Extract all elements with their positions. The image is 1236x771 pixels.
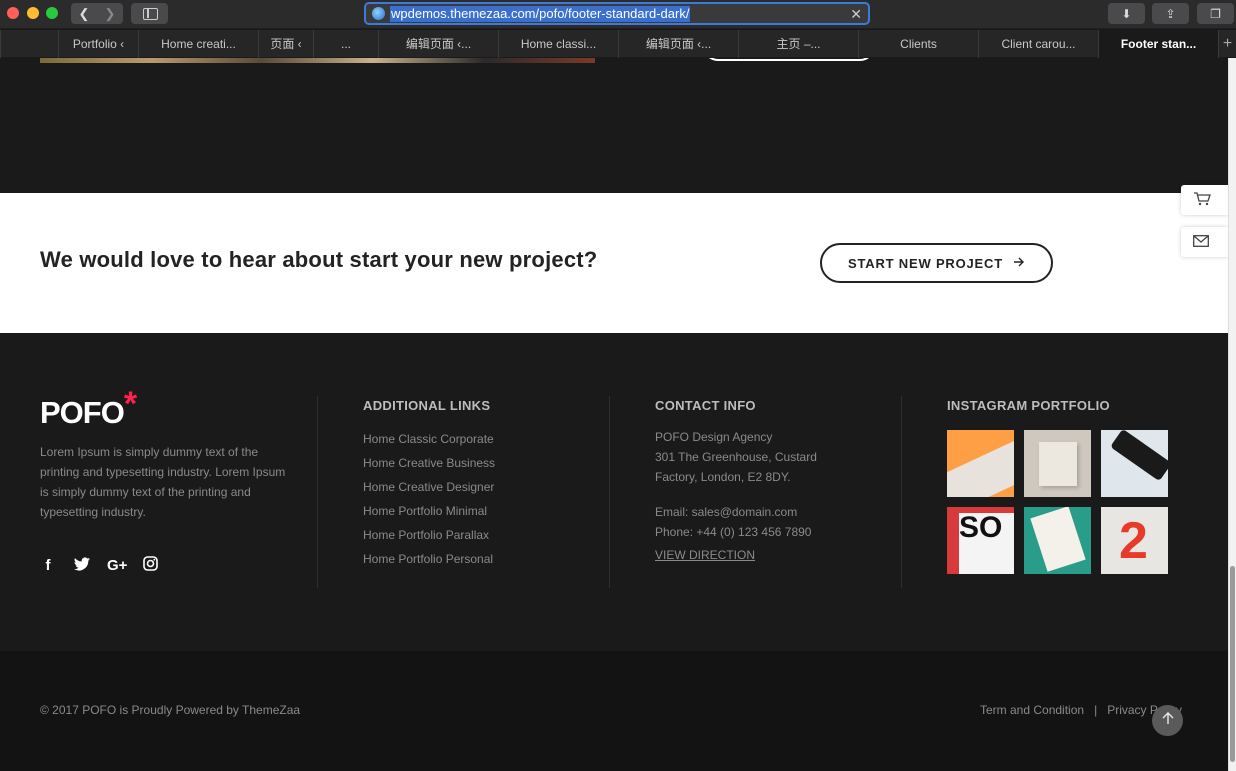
column-divider [901, 396, 902, 588]
tab-overview-button[interactable]: ❐ [1197, 3, 1234, 24]
cart-icon [1193, 191, 1211, 209]
footer-about-text: Lorem Ipsum is simply dummy text of the … [40, 445, 286, 519]
column-divider [609, 396, 610, 588]
tab-pinned[interactable] [0, 30, 58, 58]
copyright-text: © 2017 POFO is Proudly Powered by ThemeZ… [40, 703, 301, 717]
browser-titlebar: ❮ ❯ wpdemos.themezaa.com/pofo/footer-sta… [0, 0, 1236, 29]
tab-page[interactable]: 页面 ‹ [258, 30, 313, 58]
instagram-portfolio-title: INSTAGRAM PORTFOLIO [947, 398, 1110, 413]
instagram-image[interactable] [1024, 507, 1091, 574]
contact-info: POFO Design Agency 301 The Greenhouse, C… [655, 427, 817, 565]
floating-side-tools [1181, 185, 1228, 269]
zoom-window-button[interactable] [46, 7, 58, 19]
scroll-to-top-button[interactable] [1152, 705, 1183, 736]
contact-email[interactable]: Email: sales@domain.com [655, 502, 817, 522]
tab-edit-page-2[interactable]: 编辑页面 ‹... [618, 30, 738, 58]
footer-link[interactable]: Home Portfolio Personal [363, 549, 495, 573]
chevron-right-icon: ❯ [104, 5, 116, 21]
legal-separator: | [1094, 703, 1098, 717]
contact-address-line-2: Factory, London, E2 8DY. [655, 470, 791, 484]
legal-links: Term and Condition | Privacy Policy [980, 703, 1182, 717]
tabs-icon: ❐ [1210, 6, 1221, 21]
additional-links-title: ADDITIONAL LINKS [363, 398, 491, 413]
globe-icon [372, 7, 385, 20]
instagram-image[interactable] [947, 430, 1014, 497]
additional-links-list: Home Classic Corporate Home Creative Bus… [363, 429, 495, 573]
address-bar[interactable]: wpdemos.themezaa.com/pofo/footer-standar… [364, 2, 870, 25]
arrow-up-icon [1162, 711, 1174, 730]
gallery-image-strip [40, 58, 595, 63]
share-button[interactable]: ⇪ [1152, 3, 1189, 24]
arrow-right-icon [1013, 256, 1025, 271]
tab-homepage[interactable]: 主页 –... [738, 30, 858, 58]
logo-text: POFO [40, 395, 125, 430]
tab-clients[interactable]: Clients [858, 30, 978, 58]
sidebar-toggle-button[interactable] [131, 3, 168, 24]
new-tab-button[interactable]: + [1218, 30, 1236, 58]
tab-bar: Portfolio ‹ Home creati... 页面 ‹ ... 编辑页面… [0, 30, 1236, 58]
google-plus-icon[interactable]: G+ [107, 557, 127, 574]
tab-ellipsis[interactable]: ... [313, 30, 378, 58]
page-scrollbar[interactable] [1228, 58, 1236, 771]
contact-address-line-1: 301 The Greenhouse, Custard [655, 450, 817, 464]
instagram-grid [947, 430, 1171, 574]
outline-button-partial[interactable] [703, 58, 875, 61]
footer-link[interactable]: Home Portfolio Parallax [363, 525, 495, 549]
tab-edit-page-1[interactable]: 编辑页面 ‹... [378, 30, 498, 58]
instagram-image[interactable] [947, 507, 1014, 574]
downloads-button[interactable]: ⬇ [1108, 3, 1145, 24]
tab-client-carousel[interactable]: Client carou... [978, 30, 1098, 58]
instagram-icon[interactable] [141, 556, 159, 575]
minimize-window-button[interactable] [27, 7, 39, 19]
footer-bottom-bar: © 2017 POFO is Proudly Powered by ThemeZ… [0, 651, 1228, 771]
start-new-project-button[interactable]: START NEW PROJECT [820, 243, 1053, 283]
cta-section: We would love to hear about start your n… [0, 193, 1228, 333]
contact-info-title: CONTACT INFO [655, 398, 756, 413]
contact-phone: Phone: +44 (0) 123 456 7890 [655, 525, 812, 539]
close-window-button[interactable] [7, 7, 19, 19]
plus-icon: + [1222, 35, 1233, 52]
instagram-image[interactable] [1101, 507, 1168, 574]
envelope-icon [1193, 234, 1209, 250]
facebook-icon[interactable]: f [39, 557, 57, 574]
footer-main: POFO* Lorem Ipsum is simply dummy text o… [0, 333, 1228, 651]
contact-company: POFO Design Agency [655, 430, 773, 444]
mail-button[interactable] [1181, 227, 1228, 257]
footer-link[interactable]: Home Portfolio Minimal [363, 501, 495, 525]
scrollbar-thumb[interactable] [1230, 566, 1235, 762]
tab-home-classic[interactable]: Home classi... [498, 30, 618, 58]
terms-link[interactable]: Term and Condition [980, 703, 1084, 717]
view-direction-link[interactable]: VIEW DIRECTION [655, 545, 755, 565]
tab-footer-standard[interactable]: Footer stan... [1098, 30, 1218, 58]
download-icon: ⬇ [1121, 6, 1132, 21]
cart-button[interactable] [1181, 185, 1228, 215]
footer-link[interactable]: Home Creative Business [363, 453, 495, 477]
social-links: f G+ [39, 556, 159, 575]
share-icon: ⇪ [1165, 6, 1176, 21]
cta-heading: We would love to hear about start your n… [40, 247, 598, 272]
clear-url-icon[interactable]: ✕ [850, 6, 862, 22]
address-bar-url[interactable]: wpdemos.themezaa.com/pofo/footer-standar… [390, 6, 691, 22]
instagram-image[interactable] [1024, 430, 1091, 497]
back-button[interactable]: ❮ [71, 3, 97, 24]
footer-logo[interactable]: POFO* [40, 385, 137, 432]
tab-portfolio[interactable]: Portfolio ‹ [58, 30, 138, 58]
tab-home-creative[interactable]: Home creati... [138, 30, 258, 58]
logo-asterisk: * [123, 385, 137, 423]
start-new-project-label: START NEW PROJECT [848, 255, 1003, 271]
instagram-image[interactable] [1101, 430, 1168, 497]
column-divider [317, 396, 318, 588]
twitter-icon[interactable] [73, 556, 91, 575]
footer-link[interactable]: Home Classic Corporate [363, 429, 495, 453]
chevron-left-icon: ❮ [78, 5, 90, 21]
footer-link[interactable]: Home Creative Designer [363, 477, 495, 501]
page-viewport: We would love to hear about start your n… [0, 58, 1228, 771]
forward-button[interactable]: ❯ [97, 3, 123, 24]
